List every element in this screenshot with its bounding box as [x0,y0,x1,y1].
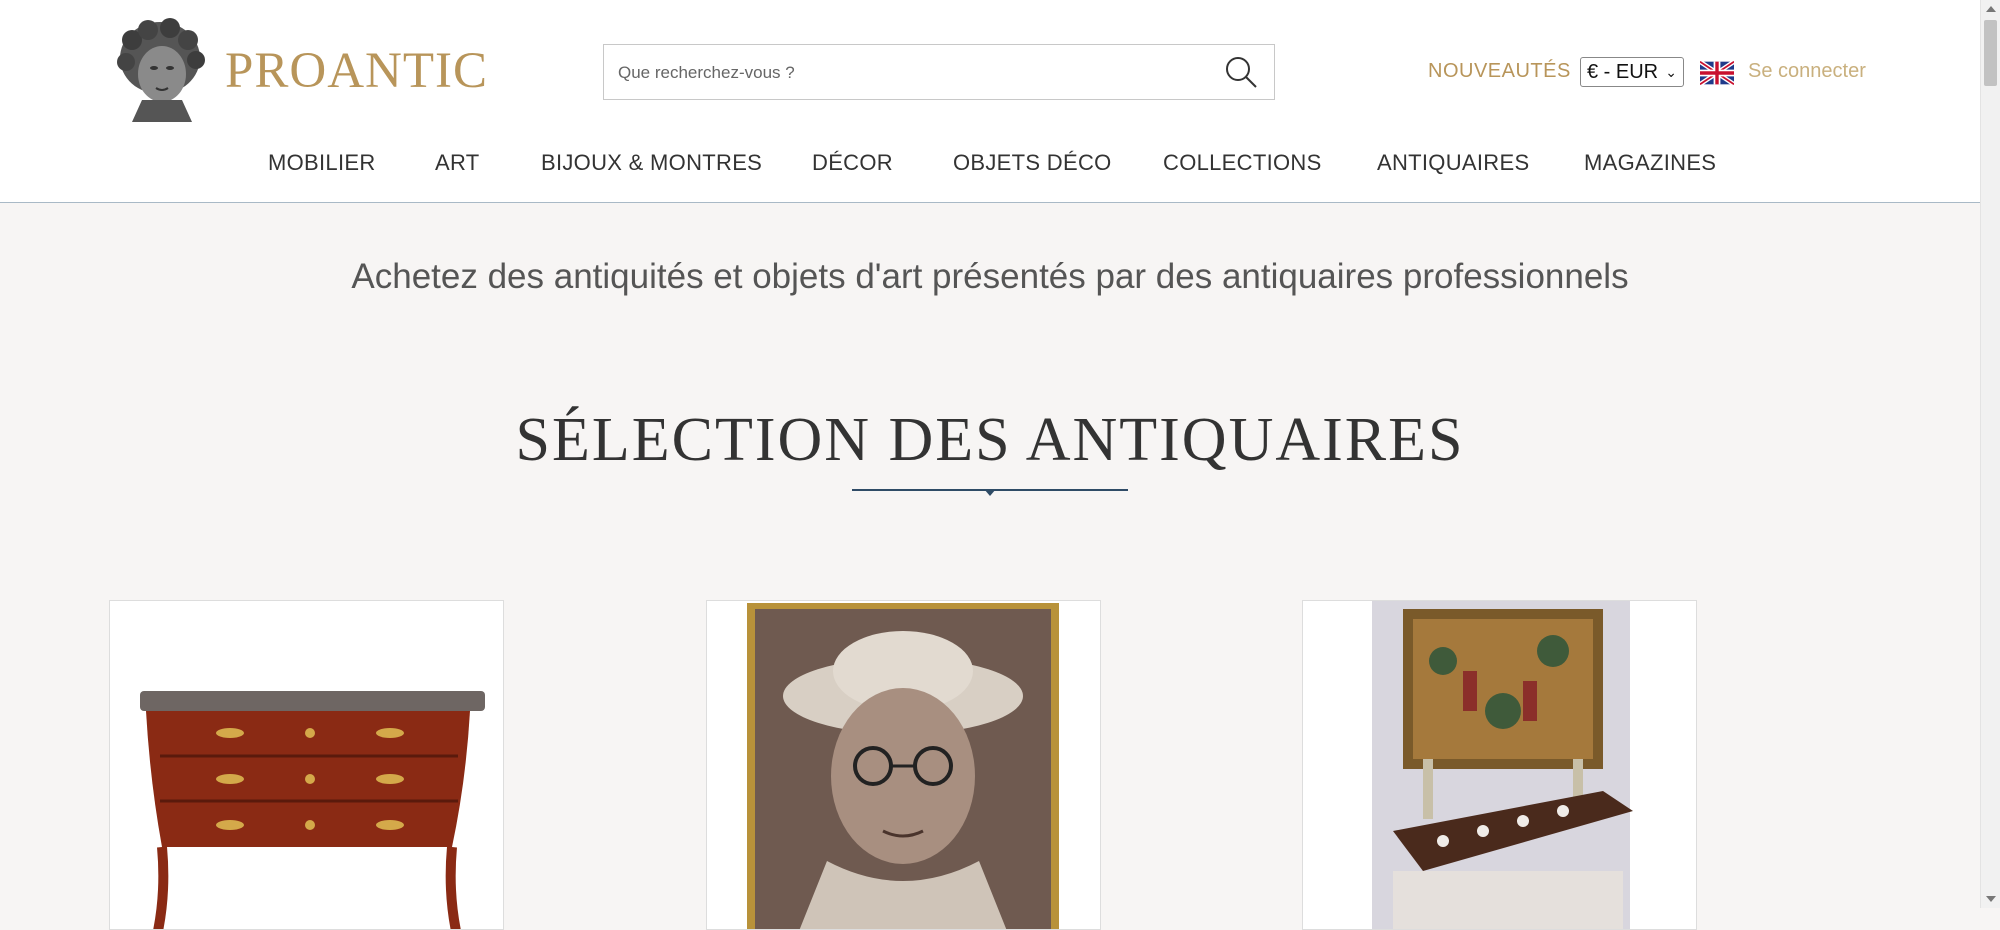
search-input[interactable] [616,45,1200,101]
nav-item-bijoux-montres[interactable]: BIJOUX & MONTRES [541,150,762,176]
currency-value: € - EUR [1587,61,1659,83]
nouveautes-link[interactable]: NOUVEAUTÉS [1428,60,1571,83]
search-box [603,44,1275,101]
main-nav: MOBILIER ART BIJOUX & MONTRES DÉCOR OBJE… [0,150,1980,180]
scroll-up-icon[interactable] [1986,6,1996,12]
login-link[interactable]: Se connecter [1748,60,1866,83]
nav-item-mobilier[interactable]: MOBILIER [268,150,376,176]
logo-bust-icon[interactable] [112,18,208,122]
product-card-tapestry[interactable] [1302,600,1697,930]
scrollbar-thumb[interactable] [1984,20,1997,86]
nav-item-decor[interactable]: DÉCOR [812,150,893,176]
chevron-down-icon: ⌄ [1665,64,1677,80]
scroll-down-icon[interactable] [1986,896,1996,902]
product-grid [0,600,1980,930]
logo-text[interactable]: PROANTIC [225,42,488,100]
currency-select[interactable]: € - EUR ⌄ [1580,57,1684,87]
nav-item-objets-deco[interactable]: OBJETS DÉCO [953,150,1112,176]
product-card-portrait[interactable] [706,600,1101,930]
nav-item-art[interactable]: ART [435,150,480,176]
nav-item-collections[interactable]: COLLECTIONS [1163,150,1322,176]
search-icon[interactable] [1224,55,1258,89]
nav-item-magazines[interactable]: MAGAZINES [1584,150,1716,176]
divider-caret-icon [984,489,996,496]
nav-item-antiquaires[interactable]: ANTIQUAIRES [1377,150,1529,176]
page-scrollbar[interactable] [1980,0,2000,908]
tagline: Achetez des antiquités et objets d'art p… [351,257,1629,296]
section-title: SÉLECTION DES ANTIQUAIRES [515,406,1465,474]
site-header: PROANTIC NOUVEAUTÉS € - EUR ⌄ Se connect… [0,0,1980,203]
product-card-commode[interactable] [109,600,504,930]
uk-flag-icon[interactable] [1698,59,1736,87]
